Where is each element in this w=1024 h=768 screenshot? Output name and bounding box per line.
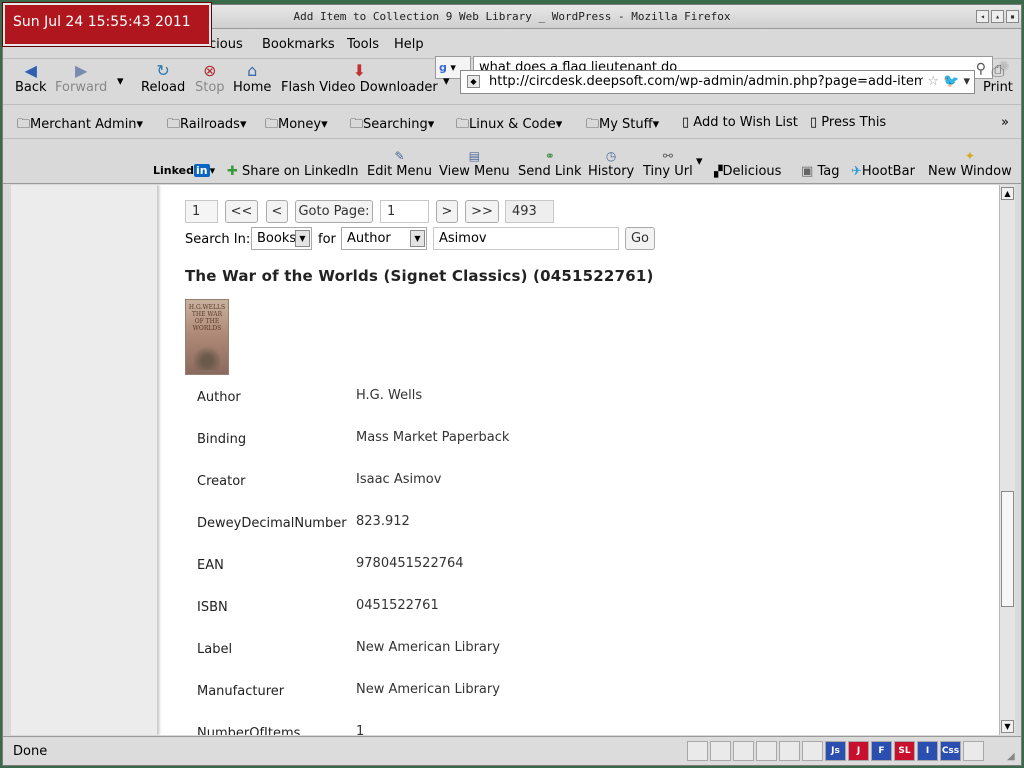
field-value: Isaac Asimov (356, 472, 442, 487)
status-text: Done (13, 744, 48, 759)
field-label: DeweyDecimalNumber (197, 516, 347, 531)
status-addon-icon[interactable] (779, 741, 800, 761)
status-addon-icon[interactable] (710, 741, 731, 761)
status-addon-icon[interactable]: SL (894, 741, 915, 761)
status-bar: Done Js J F SL I Css ◢ (3, 736, 1021, 765)
field-label: Creator (197, 474, 246, 489)
book-details: Author H.G. Wells Binding Mass Market Paper… (0, 0, 1024, 735)
status-addon-icon[interactable] (687, 741, 708, 761)
field-value: 0451522761 (356, 598, 439, 613)
status-addon-icons: Js J F SL I Css (687, 741, 984, 761)
field-value: New American Library (356, 682, 500, 697)
field-label: NumberOfItems (197, 726, 301, 735)
status-addon-icon[interactable] (802, 741, 823, 761)
field-value: 9780451522764 (356, 556, 464, 571)
field-value: 1 (356, 724, 365, 735)
status-addon-icon[interactable] (733, 741, 754, 761)
status-addon-icon[interactable] (756, 741, 777, 761)
status-addon-icon[interactable]: I (917, 741, 938, 761)
resize-grip-icon[interactable]: ◢ (1007, 751, 1019, 763)
field-label: EAN (197, 558, 224, 573)
field-label: Author (197, 390, 241, 405)
field-value: H.G. Wells (356, 388, 423, 403)
field-value: Mass Market Paperback (356, 430, 510, 445)
field-label: Manufacturer (197, 684, 285, 699)
status-addon-icon[interactable]: F (871, 741, 892, 761)
status-addon-icon[interactable]: J (848, 741, 869, 761)
field-value: 823.912 (356, 514, 410, 529)
status-addon-icon[interactable]: Css (940, 741, 961, 761)
field-value: New American Library (356, 640, 500, 655)
status-addon-icon[interactable]: Js (825, 741, 846, 761)
field-label: ISBN (197, 600, 228, 615)
field-label: Binding (197, 432, 247, 447)
clock-widget: Sun Jul 24 15:55:43 2011 (2, 2, 212, 47)
field-label: Label (197, 642, 233, 657)
status-addon-icon[interactable] (963, 741, 984, 761)
